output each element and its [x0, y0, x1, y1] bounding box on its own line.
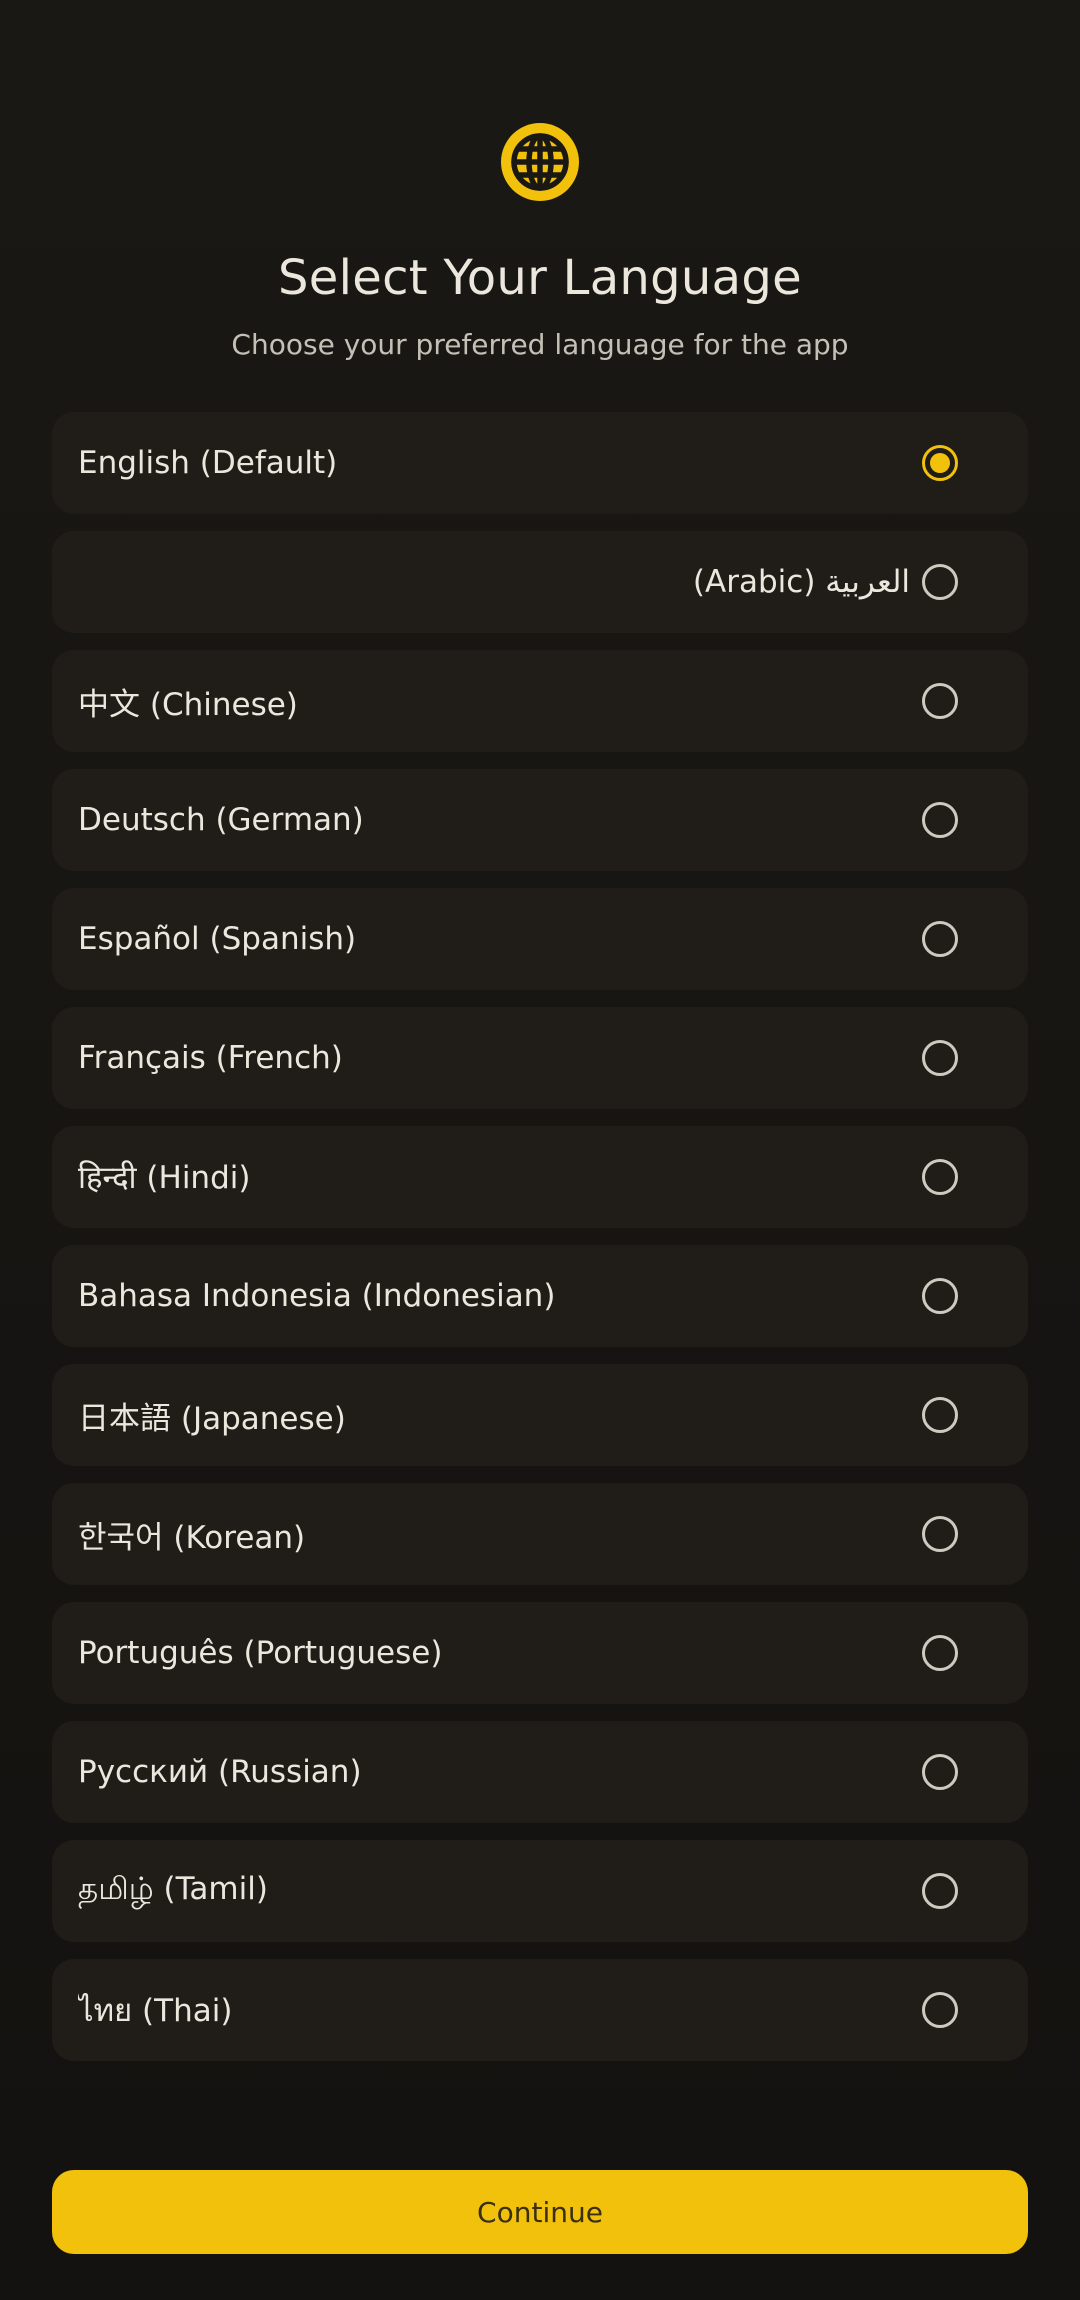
language-label: हिन्दी (Hindi) — [78, 1160, 251, 1196]
radio-button[interactable] — [922, 1635, 958, 1671]
language-option-korean[interactable]: 한국어 (Korean) — [52, 1483, 1028, 1585]
radio-button[interactable] — [922, 1873, 958, 1909]
language-option-thai[interactable]: ไทย (Thai) — [52, 1959, 1028, 2061]
page-subtitle: Choose your preferred language for the a… — [231, 328, 849, 361]
language-label: தமிழ் (Tamil) — [78, 1871, 268, 1907]
language-option-german[interactable]: Deutsch (German) — [52, 769, 1028, 871]
radio-button[interactable] — [922, 1516, 958, 1552]
radio-button[interactable] — [922, 802, 958, 838]
language-label: Français (French) — [78, 1040, 343, 1076]
language-label: Русский (Russian) — [78, 1754, 362, 1790]
radio-button[interactable] — [922, 1040, 958, 1076]
language-label: 日本語 (Japanese) — [78, 1400, 346, 1437]
language-option-french[interactable]: Français (French) — [52, 1007, 1028, 1109]
header: Select Your Language Choose your preferr… — [52, 0, 1028, 364]
language-option-indonesian[interactable]: Bahasa Indonesia (Indonesian) — [52, 1245, 1028, 1347]
language-label: Español (Spanish) — [78, 921, 357, 957]
language-option-portuguese[interactable]: Português (Portuguese) — [52, 1602, 1028, 1704]
language-label: العربية (Arabic) — [692, 564, 910, 600]
language-selection-screen: Select Your Language Choose your preferr… — [0, 0, 1080, 2300]
page-title: Select Your Language — [278, 250, 802, 306]
radio-button[interactable] — [922, 1992, 958, 2028]
language-option-japanese[interactable]: 日本語 (Japanese) — [52, 1364, 1028, 1466]
radio-button[interactable] — [922, 564, 958, 600]
radio-button[interactable] — [922, 1397, 958, 1433]
language-list: English (Default) العربية (Arabic) 中文 (C… — [52, 412, 1028, 2061]
language-label: 한국어 (Korean) — [78, 1519, 306, 1556]
language-option-hindi[interactable]: हिन्दी (Hindi) — [52, 1126, 1028, 1228]
language-label: Deutsch (German) — [78, 802, 364, 838]
language-option-english[interactable]: English (Default) — [52, 412, 1028, 514]
radio-button[interactable] — [922, 1159, 958, 1195]
radio-button[interactable] — [922, 683, 958, 719]
globe-icon — [496, 118, 584, 206]
continue-button[interactable]: Continue — [52, 2170, 1028, 2254]
language-option-russian[interactable]: Русский (Russian) — [52, 1721, 1028, 1823]
language-label: Bahasa Indonesia (Indonesian) — [78, 1278, 556, 1314]
radio-button[interactable] — [922, 921, 958, 957]
language-option-tamil[interactable]: தமிழ் (Tamil) — [52, 1840, 1028, 1942]
language-label: Português (Portuguese) — [78, 1635, 443, 1671]
radio-button[interactable] — [922, 1278, 958, 1314]
radio-button[interactable] — [922, 445, 958, 481]
language-label: 中文 (Chinese) — [78, 686, 298, 723]
language-option-chinese[interactable]: 中文 (Chinese) — [52, 650, 1028, 752]
language-label: ไทย (Thai) — [78, 1993, 233, 2029]
language-option-arabic[interactable]: العربية (Arabic) — [52, 531, 1028, 633]
radio-button[interactable] — [922, 1754, 958, 1790]
language-option-spanish[interactable]: Español (Spanish) — [52, 888, 1028, 990]
language-label: English (Default) — [78, 445, 338, 481]
